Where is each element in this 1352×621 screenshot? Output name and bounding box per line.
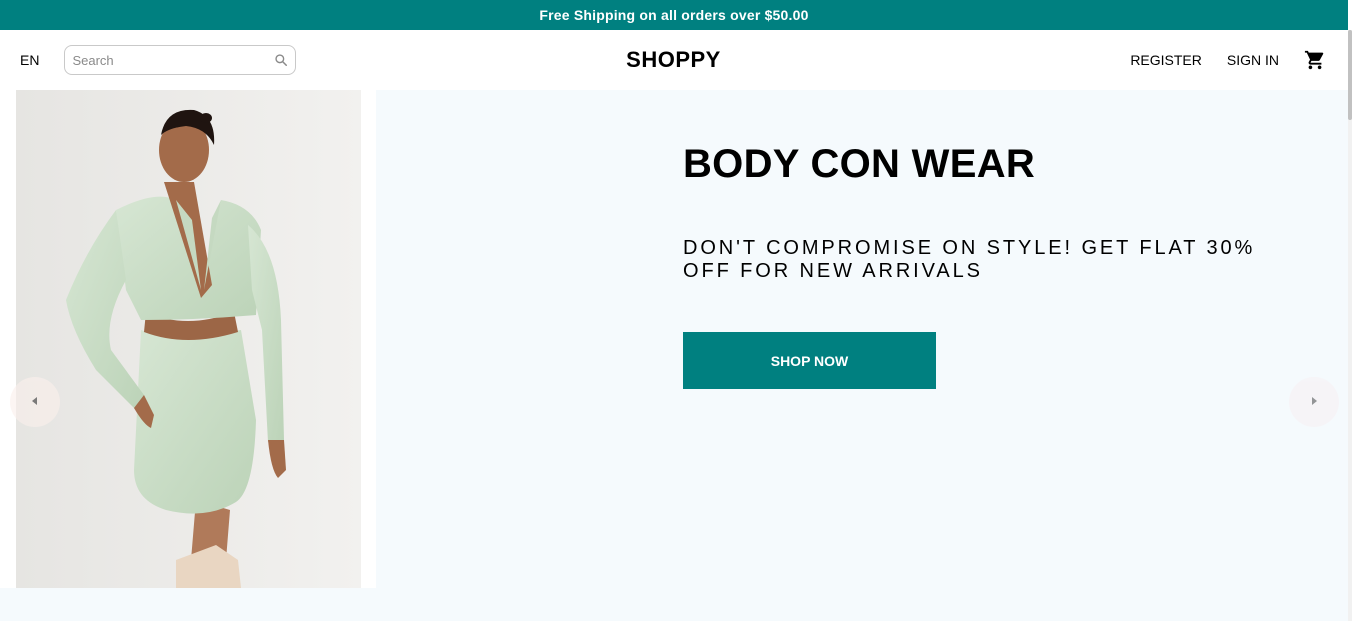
slide-image (16, 90, 361, 588)
search-input[interactable] (72, 52, 274, 68)
scrollbar-thumb[interactable] (1348, 30, 1352, 120)
logo[interactable]: SHOPPY (626, 47, 721, 72)
slide-description: DON'T COMPROMISE ON STYLE! GET FLAT 30% … (683, 237, 1256, 282)
arrow-right-icon (1309, 393, 1319, 411)
register-link[interactable]: REGISTER (1130, 52, 1202, 68)
page-scrollbar[interactable] (1348, 30, 1352, 621)
hero-slider: BODY CON WEAR DON'T COMPROMISE ON STYLE!… (0, 90, 1348, 621)
search-icon[interactable] (273, 52, 289, 68)
sign-in-link[interactable]: SIGN IN (1227, 52, 1279, 68)
navbar: EN SHOPPY REGISTER SIGN IN (0, 30, 1348, 90)
slide-title: BODY CON WEAR (683, 142, 1036, 186)
nav-center: SHOPPY (456, 47, 892, 73)
arrow-left-icon (30, 393, 40, 411)
model-illustration (16, 90, 361, 588)
slider-next-button[interactable] (1289, 377, 1339, 427)
announcement-text: Free Shipping on all orders over $50.00 (539, 7, 809, 23)
nav-right: REGISTER SIGN IN (891, 48, 1348, 72)
nav-left: EN (0, 45, 456, 75)
slider-prev-button[interactable] (10, 377, 60, 427)
shopping-cart-icon[interactable] (1303, 48, 1327, 72)
announcement-bar: Free Shipping on all orders over $50.00 (0, 0, 1348, 30)
language-selector[interactable]: EN (20, 52, 39, 68)
shop-now-button[interactable]: SHOP NOW (683, 332, 936, 389)
search-container[interactable] (64, 45, 297, 75)
